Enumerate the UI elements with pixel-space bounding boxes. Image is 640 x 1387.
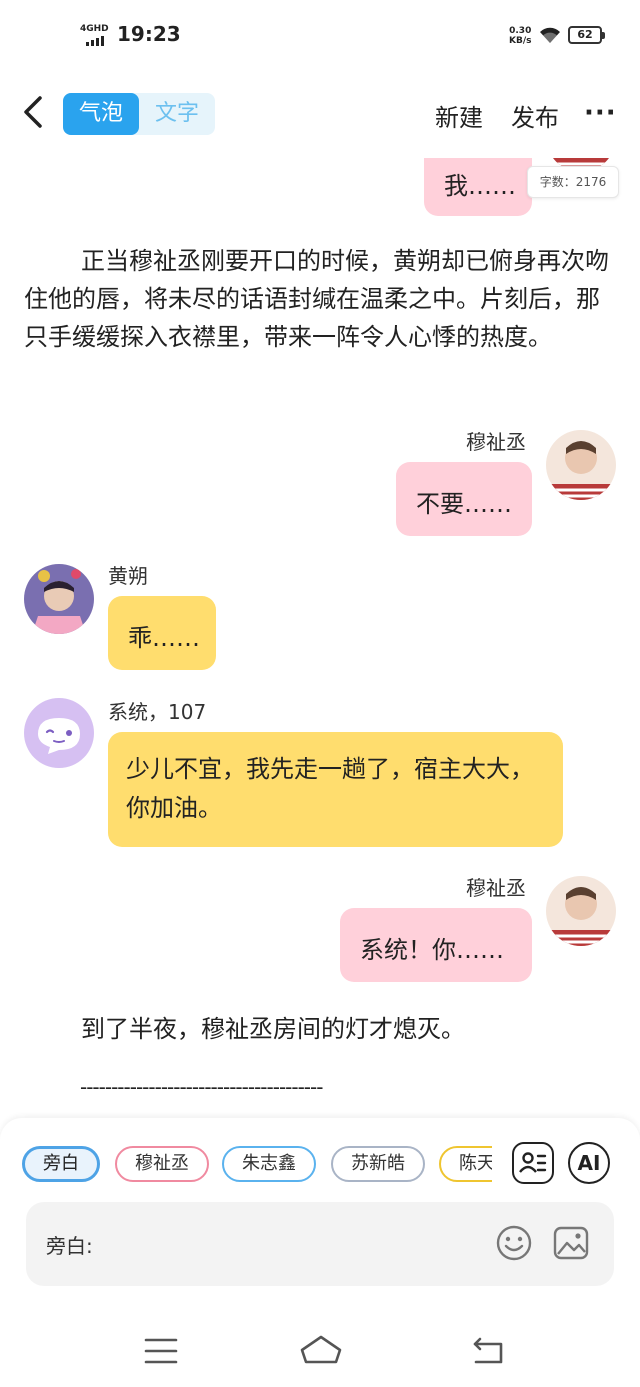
battery-icon: 62 bbox=[568, 26, 605, 44]
word-count-badge: 字数：2176 bbox=[527, 166, 619, 198]
speaker-name: 穆祉丞 bbox=[466, 876, 526, 900]
tab-text[interactable]: 文字 bbox=[139, 93, 215, 135]
top-bar: 气泡 文字 新建 发布 ··· bbox=[0, 70, 640, 158]
narration-text[interactable]: 正当穆祉丞刚要开口的时候，黄朔却已俯身再次吻住他的唇，将未尽的话语封缄在温柔之中… bbox=[24, 242, 616, 356]
input-role-label: 旁白: bbox=[46, 1234, 93, 1258]
message-bubble[interactable]: 我…… bbox=[424, 158, 532, 216]
composer-panel: 旁白 穆祉丞 朱志鑫 苏新皓 陈天 AI 旁白: bbox=[0, 1118, 640, 1314]
signal-icon bbox=[86, 36, 104, 46]
system-chat-icon bbox=[38, 718, 80, 754]
publish-button[interactable]: 发布 bbox=[511, 98, 559, 133]
chip-zhu[interactable]: 朱志鑫 bbox=[222, 1146, 316, 1182]
speed-value: 0.30 bbox=[509, 26, 532, 36]
message-text: 系统！你…… bbox=[360, 936, 504, 964]
avatar-system[interactable] bbox=[24, 698, 94, 768]
chip-su[interactable]: 苏新皓 bbox=[331, 1146, 425, 1182]
back-button[interactable] bbox=[16, 92, 52, 132]
tab-bubble[interactable]: 气泡 bbox=[63, 93, 139, 135]
message-bubble[interactable]: 不要…… bbox=[396, 462, 532, 536]
message-bubble[interactable]: 乖…… bbox=[108, 596, 216, 670]
speaker-name: 系统，107 bbox=[108, 700, 207, 724]
message-text: 乖…… bbox=[128, 624, 200, 652]
ai-label: AI bbox=[577, 1151, 601, 1175]
chip-chen[interactable]: 陈天 bbox=[439, 1146, 492, 1182]
message-input[interactable]: 旁白: bbox=[26, 1202, 614, 1286]
avatar-mu[interactable] bbox=[546, 430, 616, 500]
chip-mu[interactable]: 穆祉丞 bbox=[115, 1146, 209, 1182]
mode-toggle: 气泡 文字 bbox=[63, 93, 215, 135]
message-text: 不要…… bbox=[416, 490, 512, 518]
story-content[interactable]: 我…… 字数：2176 正当穆祉丞刚要开口的时候，黄朔却已俯身再次吻住他的唇，将… bbox=[0, 158, 640, 1118]
contact-card-icon[interactable] bbox=[512, 1142, 554, 1184]
avatar-mu[interactable] bbox=[546, 876, 616, 946]
avatar-huang[interactable] bbox=[24, 564, 94, 634]
app-screen: 4GHD 19:23 0.30 KB/s 62 气泡 文字 新建 发布 ··· bbox=[0, 0, 640, 1387]
role-chip-list[interactable]: 旁白 穆祉丞 朱志鑫 苏新皓 陈天 bbox=[20, 1146, 492, 1182]
speaker-name: 黄朔 bbox=[108, 564, 148, 588]
back-nav-icon[interactable] bbox=[470, 1334, 506, 1366]
new-button[interactable]: 新建 bbox=[435, 98, 483, 133]
wifi-icon bbox=[540, 27, 560, 43]
ai-button[interactable]: AI bbox=[568, 1142, 610, 1184]
home-icon[interactable] bbox=[298, 1334, 344, 1366]
speaker-name: 穆祉丞 bbox=[466, 430, 526, 454]
divider-text: --------------------------------------- bbox=[80, 1075, 323, 1099]
message-bubble[interactable]: 少儿不宜，我先走一趟了，宿主大大，你加油。 bbox=[108, 732, 563, 847]
network-speed: 0.30 KB/s bbox=[509, 26, 531, 46]
menu-icon[interactable] bbox=[144, 1336, 178, 1366]
image-icon[interactable] bbox=[552, 1224, 590, 1262]
message-text: 我…… bbox=[444, 172, 516, 200]
clock: 19:23 bbox=[117, 22, 181, 46]
system-nav-bar bbox=[0, 1314, 640, 1387]
chip-narrator[interactable]: 旁白 bbox=[22, 1146, 100, 1182]
status-bar: 4GHD 19:23 0.30 KB/s 62 bbox=[0, 0, 640, 70]
message-text: 少儿不宜，我先走一趟了，宿主大大，你加油。 bbox=[126, 755, 534, 822]
speed-unit: KB/s bbox=[509, 36, 532, 46]
narration-text[interactable]: 到了半夜，穆祉丞房间的灯才熄灭。 bbox=[24, 1010, 616, 1048]
message-bubble[interactable]: 系统！你…… bbox=[340, 908, 532, 982]
network-type: 4GHD bbox=[80, 24, 109, 34]
more-button[interactable]: ··· bbox=[584, 98, 617, 128]
emoji-icon[interactable] bbox=[495, 1224, 533, 1262]
